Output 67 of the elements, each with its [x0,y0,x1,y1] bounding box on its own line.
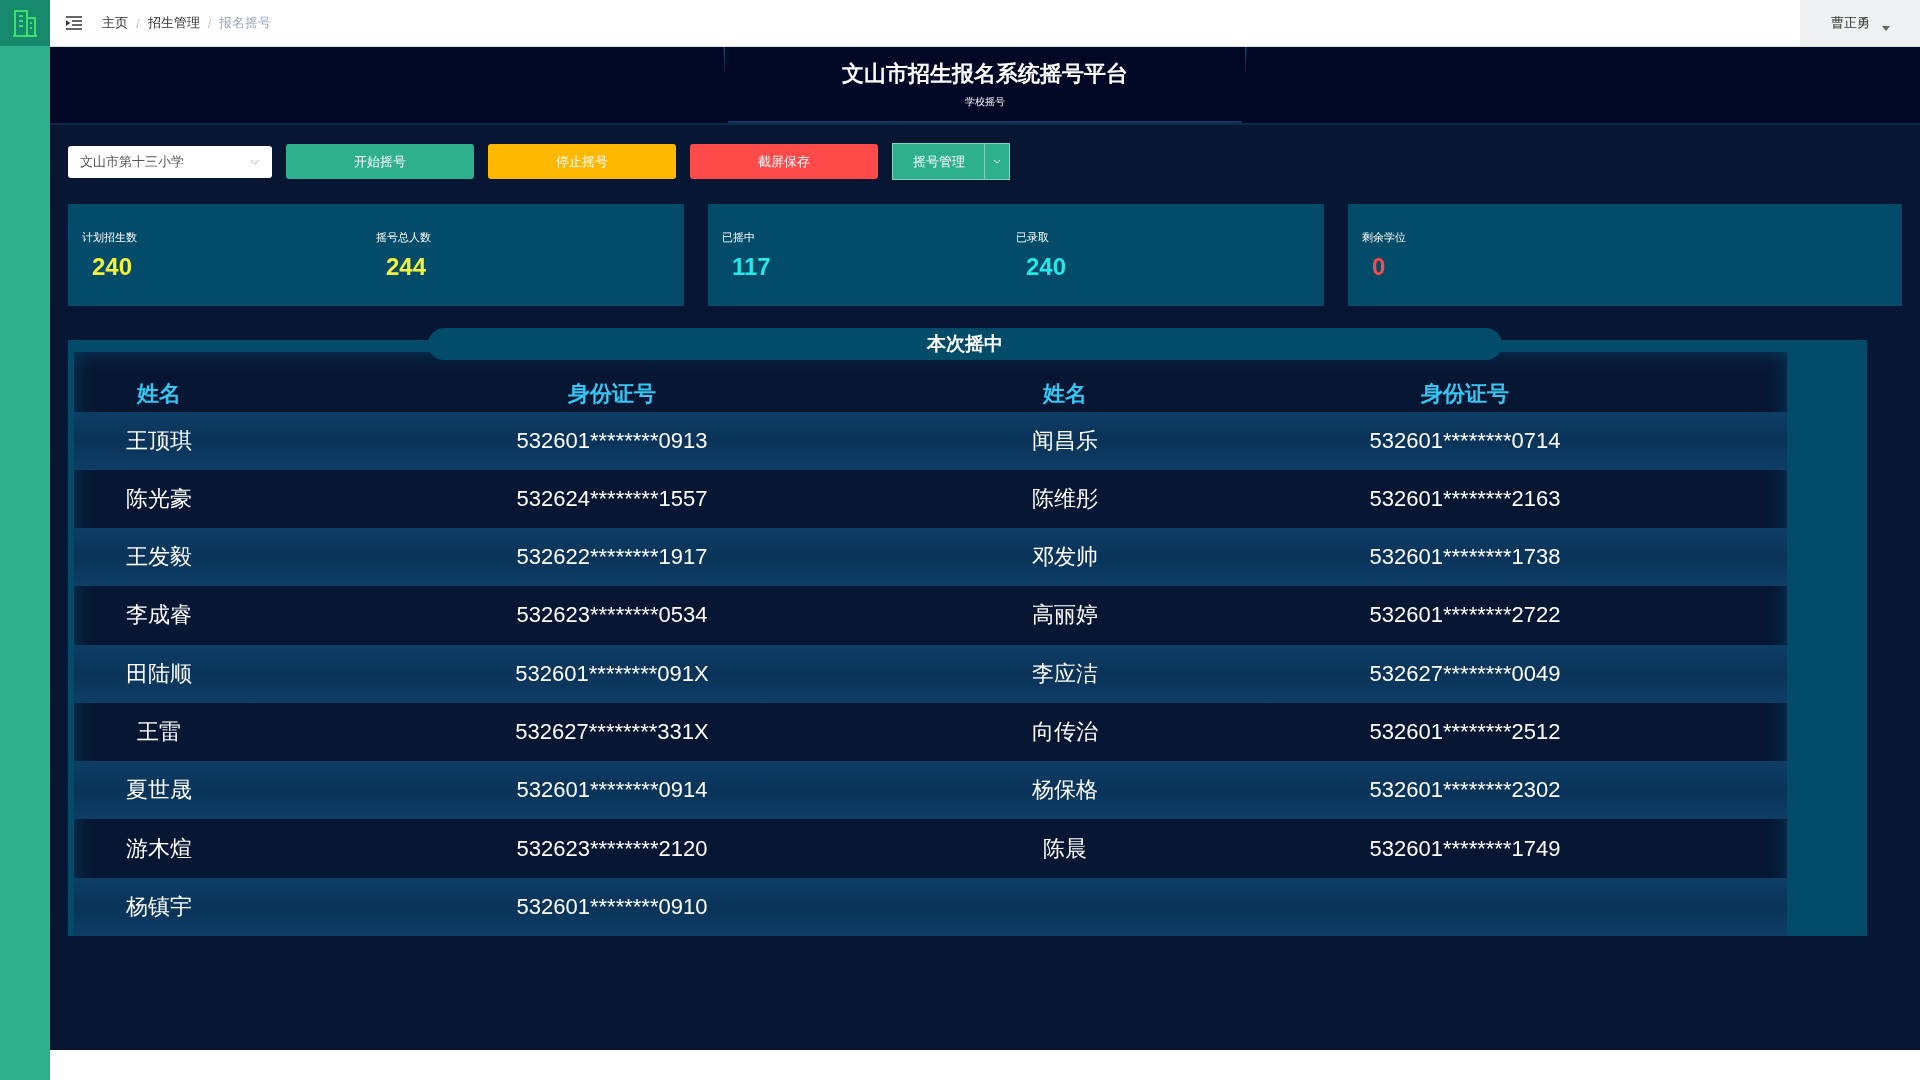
table-cell-text: 532601********2512 [1368,719,1562,745]
table-cell-text: 向传治 [1031,718,1099,746]
table-cell-text: 532601********2163 [1368,485,1562,512]
table-cell-text: 闻昌乐 [1031,426,1099,455]
table-cell-text: 532601********1738 [1368,544,1562,571]
breadcrumb-item[interactable]: 报名摇号 [219,14,272,32]
table-cell-text: 李成睿 [125,601,193,630]
table-cell-text: 532622********1917 [515,544,709,571]
table-cell-text: 532601********0914 [515,777,709,804]
table-cell-text: 夏世晟 [125,776,193,805]
table-cell-text: 532601********2722 [1368,602,1562,629]
table-cell-text: 王发毅 [125,543,193,572]
page-subtitle: 学校摇号 [965,95,1005,109]
table-cell-text: 532627********331X [514,719,710,745]
table-cell-text: 532623********0534 [515,602,709,629]
table-cell-text: 杨保格 [1031,776,1099,805]
school-select[interactable]: 文山市第十三小学 [68,145,272,178]
stat-value: 117 [732,252,772,281]
table-cell-text: 532601********091X [514,660,710,687]
breadcrumb-separator: / [207,15,212,31]
stat-label: 已摇中 [722,229,756,245]
table-cell-text: 532623********2120 [515,835,709,862]
table-cell-text: 532601********2302 [1368,777,1562,804]
stat-value: 244 [386,252,428,281]
breadcrumb-item[interactable]: 主页 [102,14,128,32]
column-header: 姓名 [1042,379,1088,408]
stat-value: 240 [1026,252,1068,281]
column-header: 身份证号 [1420,379,1510,408]
stat-label: 剩余学位 [1362,229,1407,245]
table-cell-text: 陈光豪 [125,484,193,513]
action-button[interactable]: 开始摇号 [286,144,474,179]
caret-icon[interactable] [1881,25,1890,31]
table-cell-text: 陈维彤 [1031,484,1099,513]
chevron-down-icon [250,158,260,165]
column-header: 身份证号 [567,379,657,408]
stat-label: 摇号总人数 [376,229,432,245]
table-cell-text: 532601********1749 [1368,835,1562,862]
table-cell-text: 陈晨 [1042,834,1088,863]
results-title: 本次摇中 [428,328,1502,360]
chevron-down-icon [993,159,1001,164]
table-cell-text: 游木煊 [125,834,193,863]
table-cell-text: 532627********0049 [1368,660,1562,687]
user-name[interactable]: 曹正勇 [1830,14,1870,32]
stat-label: 已录取 [1016,229,1050,245]
stat-label: 计划招生数 [82,229,138,245]
table-cell-text: 王雷 [136,718,182,746]
building-icon [12,8,38,38]
breadcrumb-item[interactable]: 招生管理 [147,14,200,32]
table-cell-text: 邓发帅 [1031,543,1099,572]
stat-value: 240 [92,252,134,281]
column-header: 姓名 [136,379,182,408]
table-cell-text: 李应洁 [1031,659,1099,688]
table-cell-text: 田陆顺 [125,659,193,688]
table-cell-text: 532624********1557 [515,485,709,512]
table-cell-text: 杨镇宇 [125,892,193,921]
breadcrumb-separator: / [136,15,140,31]
page-title: 文山市招生报名系统摇号平台 [842,60,1128,88]
menu-fold-icon[interactable] [66,16,82,30]
table-cell-text: 532601********0913 [515,427,709,454]
table-cell-text: 532601********0910 [515,893,709,920]
table-cell-text: 王顶琪 [125,426,193,455]
action-button[interactable]: 截屏保存 [690,144,878,179]
manage-button[interactable]: 摇号管理 [893,144,985,179]
stat-value: 0 [1372,252,1387,281]
table-cell-text: 高丽婷 [1031,601,1099,630]
action-button[interactable]: 停止摇号 [488,144,676,179]
table-cell-text: 532601********0714 [1368,427,1562,454]
